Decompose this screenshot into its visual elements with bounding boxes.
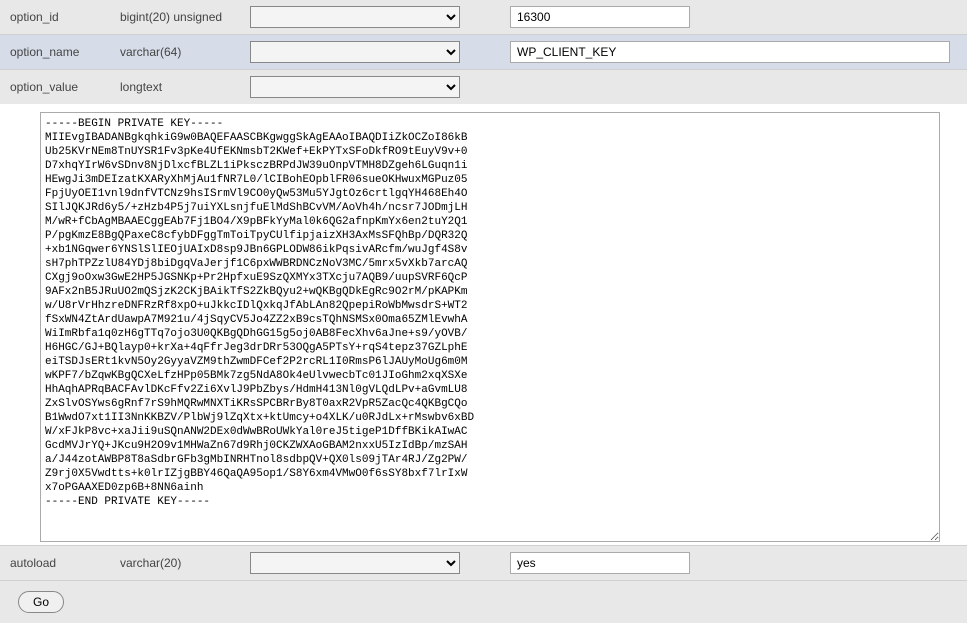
- row-option-value: option_value longtext: [0, 70, 967, 104]
- go-button[interactable]: Go: [18, 591, 64, 613]
- field-label-autoload: autoload: [4, 552, 114, 574]
- function-select-option-id[interactable]: [250, 6, 460, 28]
- value-input-option-id[interactable]: [510, 6, 690, 28]
- value-textarea-option-value[interactable]: [40, 112, 940, 542]
- type-label-autoload: varchar(20): [114, 552, 244, 574]
- function-select-option-name[interactable]: [250, 41, 460, 63]
- type-label-option-id: bigint(20) unsigned: [114, 6, 244, 28]
- type-label-option-value: longtext: [114, 76, 244, 98]
- value-input-option-name[interactable]: [510, 41, 950, 63]
- row-option-id: option_id bigint(20) unsigned: [0, 0, 967, 35]
- row-autoload: autoload varchar(20): [0, 546, 967, 581]
- field-label-option-id: option_id: [4, 6, 114, 28]
- type-label-option-name: varchar(64): [114, 41, 244, 63]
- value-input-autoload[interactable]: [510, 552, 690, 574]
- field-label-option-value: option_value: [4, 76, 114, 98]
- function-select-option-value[interactable]: [250, 76, 460, 98]
- field-label-option-name: option_name: [4, 41, 114, 63]
- row-option-value-text: [0, 104, 967, 546]
- row-option-name: option_name varchar(64): [0, 35, 967, 70]
- submit-row: Go: [0, 581, 967, 623]
- function-select-autoload[interactable]: [250, 552, 460, 574]
